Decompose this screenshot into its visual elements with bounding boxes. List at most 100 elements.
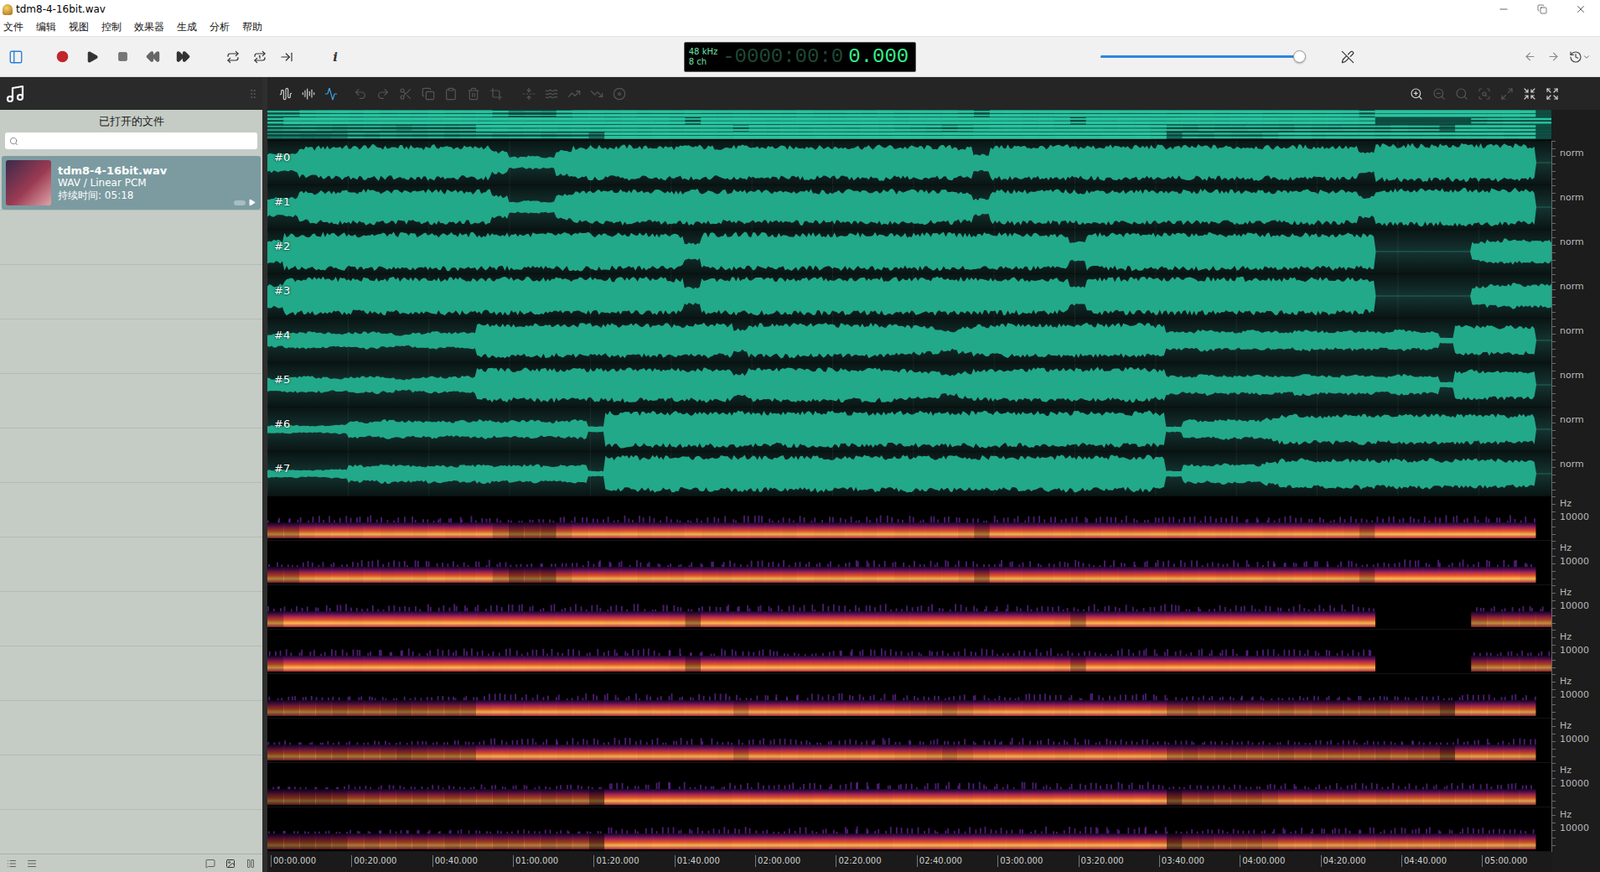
edit-tool-button[interactable] [1472,82,1496,105]
pen-off-icon[interactable] [1341,50,1355,64]
menu-item[interactable]: 生成 [176,20,197,35]
restore-button[interactable] [1522,0,1562,19]
edit-tool-button[interactable] [539,82,563,105]
rewind-icon[interactable] [145,49,161,64]
edit-tool-button[interactable] [371,82,394,105]
grip-icon[interactable] [247,88,259,100]
edit-tool-button[interactable] [562,82,586,105]
edit-tool-button[interactable] [585,82,608,105]
minimize-icon[interactable] [1497,3,1510,16]
waveform-lane[interactable]: #0 [267,140,1552,186]
history-icon[interactable] [1568,50,1583,64]
record-icon[interactable] [56,50,69,63]
menu-item[interactable]: 效果器 [134,20,165,35]
overview-lane[interactable] [267,109,1552,141]
menu-item[interactable]: 控制 [101,20,122,35]
loop-icon[interactable] [226,50,240,64]
waveform-lane[interactable]: #6 [267,407,1552,452]
loop-button[interactable] [219,44,247,70]
waveform-lane[interactable]: #3 [267,274,1552,319]
follow-playback-icon[interactable] [279,50,294,64]
edit-tool-button[interactable] [274,82,297,105]
copy-icon[interactable] [421,87,435,101]
edit-tool-button[interactable] [319,82,342,105]
search-field[interactable] [5,132,258,150]
edit-tool-button[interactable] [393,82,417,105]
loop-selection-button[interactable] [246,44,274,70]
restore-icon[interactable] [1537,4,1548,15]
edit-tool-button[interactable] [1449,82,1473,105]
fade-in-icon[interactable] [567,87,581,101]
close-button[interactable] [1561,0,1600,19]
waveform-lane[interactable]: #4 [267,318,1552,363]
edit-lock-button[interactable] [1335,44,1361,70]
file-item[interactable]: tdm8-4-16bit.wavWAV / Linear PCM持续时间: 05… [1,155,261,210]
waveform-lane[interactable]: #7 [267,451,1552,497]
undo-icon[interactable] [353,87,368,101]
stop-icon[interactable] [117,51,129,63]
zoom-selection-icon[interactable] [1455,87,1469,101]
cut-icon[interactable] [398,87,413,101]
edit-tool-button[interactable] [1427,82,1450,105]
arrow-left-icon[interactable] [1523,50,1537,63]
waveform-lane[interactable]: #1 [267,185,1552,230]
fade-out-icon[interactable] [590,87,604,101]
combined-view-icon[interactable] [324,87,338,101]
edit-tool-button[interactable] [416,82,440,105]
fast-forward-button[interactable] [167,44,198,70]
edit-tool-button[interactable] [439,82,462,105]
zoom-full-icon[interactable] [1500,87,1514,101]
spectrogram-lane[interactable] [267,496,1552,541]
zoom-out-icon[interactable] [1432,87,1446,101]
volume-knob[interactable] [1293,50,1306,63]
play-file-icon[interactable] [248,198,256,207]
edit-tool-button[interactable] [348,82,372,105]
edit-tool-button[interactable] [607,82,631,105]
zoom-in-icon[interactable] [1409,87,1424,101]
edit-tool-button[interactable] [296,82,320,105]
edit-tool-button[interactable] [1495,82,1518,105]
history-button[interactable] [1564,44,1595,70]
waveform-lane[interactable]: #2 [267,229,1552,275]
volume-slider[interactable] [1100,55,1305,58]
menu-item[interactable]: 视图 [68,20,89,35]
record-effect-icon[interactable] [612,87,627,101]
edit-tool-button[interactable] [461,82,485,105]
vertical-zoom-out-icon[interactable] [1522,87,1537,101]
edit-tool-button[interactable] [1540,82,1564,105]
menu-item[interactable]: 文件 [3,20,24,35]
sidebar-toggle-icon[interactable] [8,49,24,65]
edit-tool-button[interactable] [517,82,540,105]
menu-item[interactable]: 分析 [209,20,230,35]
effect-icon[interactable] [544,87,559,101]
spectral-view-icon[interactable] [301,87,316,101]
spectrogram-lane[interactable] [267,540,1552,586]
spectrogram-lane[interactable] [267,718,1552,763]
sidebar-toggle-button[interactable] [3,44,29,70]
spectrogram-lane[interactable] [267,673,1552,719]
time-ruler[interactable]: 00:00.00000:20.00000:40.00001:00.00001:2… [267,851,1552,872]
arrow-right-icon[interactable] [1547,50,1560,63]
redo-icon[interactable] [376,87,390,101]
forward-button[interactable] [1541,44,1565,70]
waveform-view-icon[interactable] [279,87,293,101]
cover-icon[interactable] [225,858,236,869]
pause-icon[interactable] [245,858,256,869]
menu-item[interactable]: 帮助 [242,20,263,35]
comment-icon[interactable] [205,858,216,869]
menu-item[interactable]: 编辑 [36,20,57,35]
spectrogram-lane[interactable] [267,585,1552,630]
record-button[interactable] [46,44,78,70]
back-button[interactable] [1517,44,1542,70]
edit-tool-button[interactable] [1404,82,1428,105]
follow-playback-button[interactable] [273,44,301,70]
rewind-button[interactable] [137,44,168,70]
fast-forward-icon[interactable] [176,49,191,64]
spectrogram-lane[interactable] [267,629,1552,674]
normalize-icon[interactable] [522,87,536,101]
chevron-down-icon[interactable] [1582,52,1591,62]
list-view-icon[interactable] [6,858,17,869]
info-button[interactable]: i [321,44,349,70]
vertical-zoom-in-icon[interactable] [1545,87,1559,101]
edit-tool-button[interactable] [484,82,508,105]
